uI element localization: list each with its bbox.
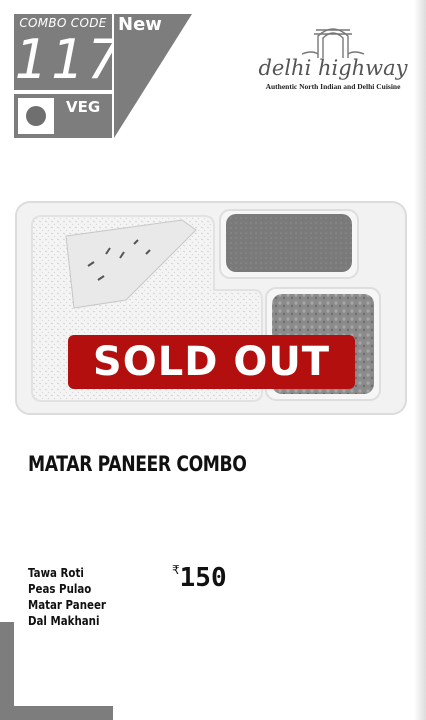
rupee-symbol: ₹ <box>172 563 180 577</box>
combo-code-number: 117 <box>14 28 124 91</box>
price-tag: ₹150 <box>172 563 227 593</box>
list-item: Tawa Roti <box>28 565 84 580</box>
veg-label: VEG <box>66 98 101 116</box>
list-item: Matar Paneer <box>28 597 106 612</box>
veg-dot-icon <box>26 106 46 126</box>
brand-tagline: Authentic North Indian and Delhi Cuisine <box>265 82 401 91</box>
veg-indicator-panel: VEG <box>14 94 112 138</box>
combo-code-panel: COMBO CODE 117 <box>14 14 124 91</box>
sold-out-banner: SOLD OUT <box>68 335 355 389</box>
decorative-bottom-bar <box>0 706 113 720</box>
list-item: Dal Makhani <box>28 613 100 628</box>
new-badge: New <box>118 14 162 35</box>
veg-symbol <box>18 98 54 134</box>
product-title: MATAR PANEER COMBO <box>28 452 247 476</box>
list-item: Peas Pulao <box>28 581 92 596</box>
combo-items-list: Tawa Roti Peas Pulao Matar Paneer Dal Ma… <box>28 565 123 629</box>
india-gate-icon <box>301 28 365 58</box>
brand-name: delhi highway <box>258 56 408 80</box>
right-edge-shadow <box>414 0 426 720</box>
brand-logo: delhi highway Authentic North Indian and… <box>258 24 408 108</box>
price-amount: 150 <box>179 563 227 593</box>
